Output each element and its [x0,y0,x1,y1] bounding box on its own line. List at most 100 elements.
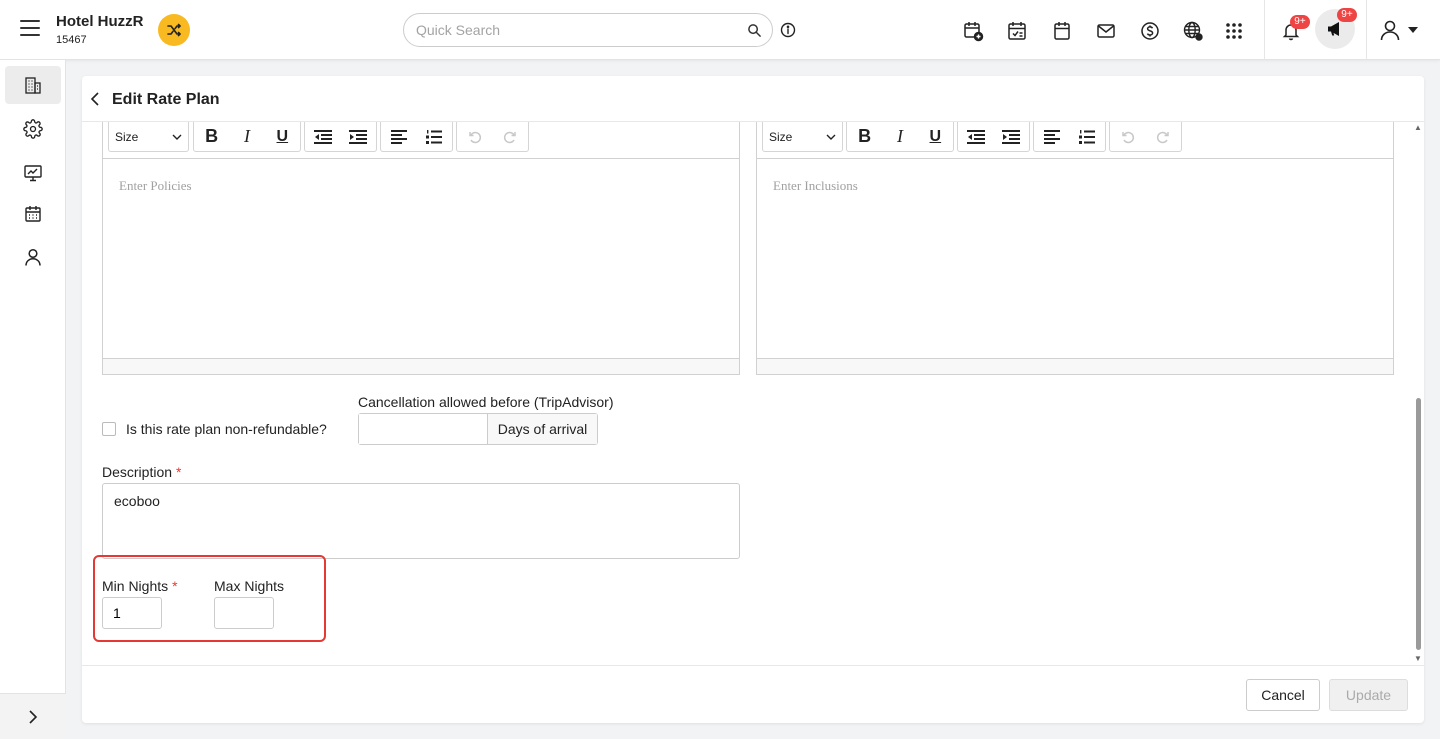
inclusions-placeholder[interactable]: Enter Inclusions [773,178,858,194]
info-icon[interactable] [780,22,796,38]
bold-button[interactable]: B [194,122,229,152]
size-dropdown[interactable]: Size [763,122,842,152]
sidebar-item-settings[interactable] [5,110,61,148]
policies-editor: Size B I U Enter Policies [102,122,740,375]
history-group [1109,122,1182,152]
calendar-icon[interactable] [1051,20,1073,42]
cancellation-days-group: Days of arrival [358,413,598,445]
size-label: Size [115,129,139,144]
min-nights-label-text: Min Nights [102,578,169,594]
search-icon[interactable] [747,23,762,38]
user-icon [1380,20,1400,41]
italic-button[interactable]: I [882,122,917,152]
cancellation-days-input[interactable] [359,414,488,444]
calendar-grid-icon [25,206,41,222]
format-group: B I U [846,122,954,152]
outdent-icon [313,129,332,144]
non-refundable-checkbox[interactable] [102,422,116,436]
non-refundable-label: Is this rate plan non-refundable? [126,421,327,437]
indent-group [957,122,1030,152]
back-arrow-icon[interactable] [90,92,100,106]
cancellation-label: Cancellation allowed before (TripAdvisor… [358,394,614,410]
sidebar-item-property[interactable] [5,66,61,104]
indent-button[interactable] [341,122,377,152]
redo-button[interactable] [493,122,529,152]
scroll-up-arrow-icon[interactable]: ▲ [1414,124,1422,132]
policies-placeholder[interactable]: Enter Policies [119,178,192,194]
building-icon [25,77,41,94]
card-footer: Cancel Update [82,665,1424,723]
align-left-icon [390,129,407,144]
chevron-down-icon [826,134,836,140]
numbered-list-button[interactable] [417,122,453,152]
list-group [1033,122,1106,152]
max-nights-input[interactable] [214,597,274,629]
update-button[interactable]: Update [1329,679,1408,711]
vertical-scrollbar[interactable]: ▲ ▼ [1412,122,1424,665]
list-group [380,122,453,152]
undo-icon [469,131,481,143]
days-of-arrival-addon: Days of arrival [488,414,597,444]
editor-status-bar [757,358,1393,374]
hotel-name: Hotel HuzzR [56,13,144,30]
user-icon [25,248,41,266]
mail-icon[interactable] [1095,20,1117,42]
dollar-icon[interactable] [1139,20,1161,42]
indent-button[interactable] [994,122,1030,152]
align-left-button[interactable] [381,122,417,152]
sidebar-expand-button[interactable] [0,693,66,739]
outdent-button[interactable] [305,122,341,152]
scroll-down-arrow-icon[interactable]: ▼ [1414,655,1422,663]
cancel-button[interactable]: Cancel [1246,679,1320,711]
history-group [456,122,529,152]
required-mark: * [176,464,182,480]
italic-button[interactable]: I [229,122,264,152]
undo-button[interactable] [457,122,493,152]
calendar-add-icon[interactable] [962,20,984,42]
calendar-check-icon[interactable] [1006,20,1028,42]
underline-button[interactable]: U [265,122,300,152]
size-dropdown[interactable]: Size [109,122,188,152]
policies-toolbar: Size B I U [103,122,739,159]
search-input[interactable] [416,22,736,38]
inclusions-toolbar: Size B I U [757,122,1393,159]
user-menu-button[interactable] [1378,18,1418,42]
required-mark: * [172,578,178,594]
numbered-list-icon [1079,129,1096,144]
sidebar-item-channel[interactable] [5,154,61,192]
chevron-right-icon [29,709,38,724]
sidebar-item-calendar[interactable] [5,195,61,233]
size-group: Size [108,122,189,152]
outdent-button[interactable] [958,122,994,152]
scrollbar-thumb[interactable] [1416,398,1421,650]
sidebar-item-users[interactable] [5,238,61,276]
redo-icon [1157,131,1169,143]
hotel-id: 15467 [56,34,87,46]
menu-icon[interactable] [20,20,40,36]
description-field[interactable]: ecoboo [102,483,740,559]
header-divider [1366,0,1367,60]
sidebar [0,60,66,739]
apps-grid-icon[interactable] [1223,20,1245,42]
globe-icon[interactable] [1182,20,1204,42]
align-left-icon [1043,129,1060,144]
size-group: Size [762,122,843,152]
indent-group [304,122,377,152]
min-nights-input[interactable] [102,597,162,629]
undo-button[interactable] [1110,122,1146,152]
numbered-list-icon [426,129,443,144]
format-group: B I U [193,122,301,152]
max-nights-label: Max Nights [214,578,285,594]
edit-rate-plan-card: Edit Rate Plan Size B I U Enter Policies… [82,76,1424,723]
editor-status-bar [103,358,739,374]
align-left-button[interactable] [1034,122,1070,152]
redo-icon [504,131,516,143]
bold-button[interactable]: B [847,122,882,152]
description-label: Description * [102,464,181,480]
redo-button[interactable] [1146,122,1182,152]
shuffle-icon [167,23,181,37]
underline-button[interactable]: U [918,122,953,152]
switch-hotel-button[interactable] [158,14,190,46]
inclusions-editor: Size B I U Enter Inclusions [756,122,1394,375]
numbered-list-button[interactable] [1070,122,1106,152]
